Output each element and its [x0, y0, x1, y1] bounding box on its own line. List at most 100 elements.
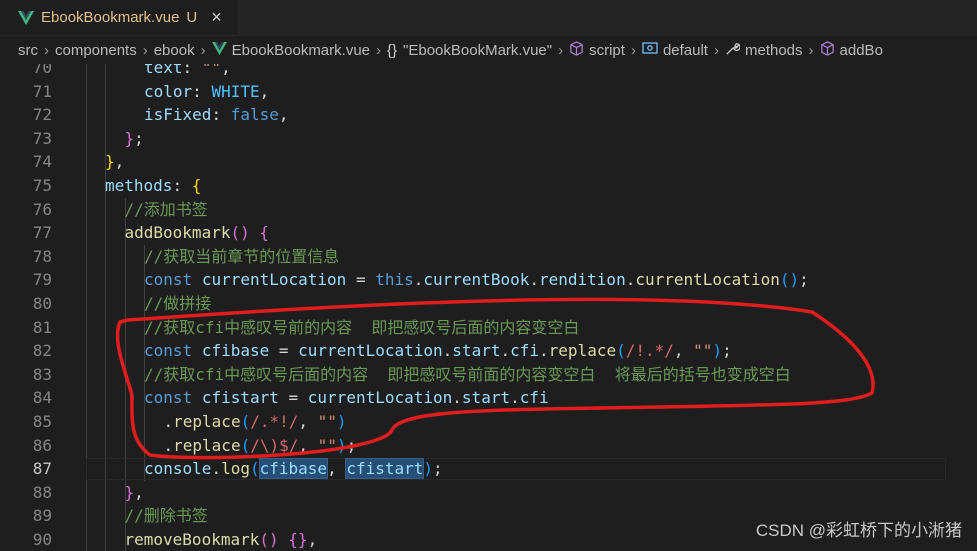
line-number: 71 — [32, 81, 52, 101]
code-line[interactable]: 80 //做拼接 — [0, 292, 977, 316]
chevron-right-icon: › — [376, 41, 381, 59]
code-editor[interactable]: 70 text: "", 71 color: WHITE, 72 isFixed: fal… — [0, 64, 977, 551]
line-number: 74 — [32, 152, 52, 172]
breadcrumb-item[interactable]: EbookBookmark.vue — [211, 41, 370, 59]
code-line[interactable]: 70 text: "", — [0, 64, 977, 80]
code-text: //做拼接 — [144, 294, 212, 313]
line-number: 76 — [32, 199, 52, 219]
code-line[interactable]: 83 //获取cfi中感叹号后面的内容 即把感叹号前面的内容变空白 将最后的括号也… — [0, 363, 977, 387]
code-text: //获取当前章节的位置信息 — [144, 246, 340, 266]
code-line[interactable]: 82 const cfibase = currentLocation.start.… — [0, 339, 977, 363]
code-line[interactable]: 72 isFixed: false, — [0, 103, 977, 127]
code-text: isFixed: false, — [144, 105, 289, 125]
code-text: .replace(/.*!/, "") — [163, 412, 347, 431]
line-number: 79 — [32, 270, 52, 290]
braces-icon: {} — [387, 41, 398, 59]
breadcrumb-item[interactable]: ebook — [154, 42, 195, 59]
breadcrumb: src › components › ebook › EbookBookmark.vue › {… — [0, 36, 977, 64]
code-text: const cfistart = currentLocation.start.c… — [144, 388, 549, 408]
breadcrumb-label: ebook — [153, 41, 195, 59]
code-text: methods: { — [105, 176, 202, 195]
chevron-right-icon: › — [142, 41, 148, 59]
cube-icon — [820, 40, 840, 60]
code-text: //添加书签 — [124, 199, 208, 219]
line-number: 85 — [32, 412, 52, 431]
code-line[interactable]: 77 addBookmark() { — [0, 221, 977, 245]
vue-icon — [211, 41, 232, 59]
line-number: 77 — [32, 223, 52, 243]
code-text: }, — [105, 152, 125, 172]
close-icon[interactable]: × — [211, 7, 222, 28]
line-number: 81 — [32, 317, 52, 337]
wrench-icon — [725, 41, 745, 60]
module-icon — [642, 41, 663, 59]
vue-icon — [18, 10, 34, 25]
breadcrumb-label: addBo — [839, 41, 883, 59]
code-text: addBookmark() { — [124, 223, 270, 243]
breadcrumb-item[interactable]: src — [18, 42, 38, 59]
code-line[interactable]: 85 .replace(/.*!/, "") — [0, 410, 977, 434]
breadcrumb-item[interactable]: script — [569, 40, 625, 60]
line-number: 70 — [32, 64, 52, 77]
code-line[interactable]: 84 const cfistart = currentLocation.start… — [0, 386, 977, 410]
chevron-right-icon: › — [630, 41, 636, 59]
code-line[interactable]: 75 methods: { — [0, 174, 977, 198]
code-text: color: WHITE, — [144, 81, 270, 101]
code-line[interactable]: 73}; — [0, 127, 977, 151]
code-text: const cfibase = currentLocation.start.cf… — [144, 341, 732, 361]
code-text: }; — [124, 128, 144, 148]
breadcrumb-item[interactable]: components — [55, 42, 137, 59]
code-line[interactable]: 78 //获取当前章节的位置信息 — [0, 245, 977, 269]
code-text: }, — [124, 482, 144, 502]
line-number: 87 — [32, 459, 52, 479]
line-number: 89 — [32, 506, 52, 526]
breadcrumb-label: components — [55, 41, 137, 59]
code-line[interactable]: 88}, — [0, 481, 977, 505]
breadcrumb-label: "EbookBookMark.vue" — [403, 41, 553, 59]
code-text: .replace(/\)$/, ""); — [163, 435, 357, 455]
editor-tab[interactable]: EbookBookmark.vue U × — [0, 0, 238, 35]
chevron-right-icon: › — [558, 41, 564, 59]
code-line[interactable]: 86 .replace(/\)$/, ""); — [0, 434, 977, 458]
code-line[interactable]: 76 //添加书签 — [0, 198, 977, 222]
chevron-right-icon: › — [44, 41, 49, 59]
line-number: 86 — [32, 435, 52, 455]
code-text: //删除书签 — [124, 506, 208, 526]
code-line[interactable]: 81 //获取cfi中感叹号前的内容 即把感叹号后面的内容变空白 — [0, 316, 977, 340]
code-text: const currentLocation = this.currentBook… — [144, 270, 809, 290]
line-number: 84 — [32, 388, 52, 408]
code-line[interactable]: 74}, — [0, 150, 977, 174]
breadcrumb-label: default — [662, 41, 708, 59]
line-number: 82 — [32, 341, 52, 361]
tab-bar: EbookBookmark.vue U × — [0, 0, 977, 36]
breadcrumb-label: script — [589, 41, 625, 59]
code-line[interactable]: 79 const currentLocation = this.currentBo… — [0, 268, 977, 292]
line-number: 90 — [32, 530, 52, 549]
line-number: 80 — [32, 294, 52, 313]
breadcrumb-label: methods — [744, 41, 803, 59]
breadcrumb-item[interactable]: addBo — [820, 40, 883, 60]
chevron-right-icon: › — [200, 41, 206, 59]
tab-status-badge: U — [186, 9, 198, 26]
breadcrumb-item[interactable]: methods — [725, 41, 803, 60]
breadcrumb-item[interactable]: default — [642, 41, 708, 59]
line-number: 78 — [32, 246, 52, 266]
breadcrumb-label: EbookBookmark.vue — [231, 41, 370, 59]
chevron-right-icon: › — [713, 41, 719, 59]
line-number: 75 — [32, 176, 52, 195]
cube-icon — [569, 40, 589, 60]
line-number: 83 — [32, 364, 52, 384]
code-text: removeBookmark() {}, — [124, 530, 318, 549]
code-line[interactable]: 71 color: WHITE, — [0, 80, 977, 104]
line-number: 72 — [32, 105, 52, 125]
line-number: 88 — [32, 482, 52, 502]
tab-title: EbookBookmark.vue — [41, 9, 180, 26]
code-text: //获取cfi中感叹号前的内容 即把感叹号后面的内容变空白 — [144, 317, 580, 337]
breadcrumb-label: src — [18, 41, 38, 59]
watermark: CSDN @彩虹桥下的小淅猪 — [755, 521, 962, 540]
code-text: console.log(cfibase, cfistart); — [144, 458, 443, 480]
line-number: 73 — [32, 128, 52, 148]
chevron-right-icon: › — [808, 41, 814, 59]
code-line[interactable]: 87 console.log(cfibase, cfistart); — [0, 457, 977, 481]
breadcrumb-item[interactable]: {} "EbookBookMark.vue" — [387, 42, 552, 59]
